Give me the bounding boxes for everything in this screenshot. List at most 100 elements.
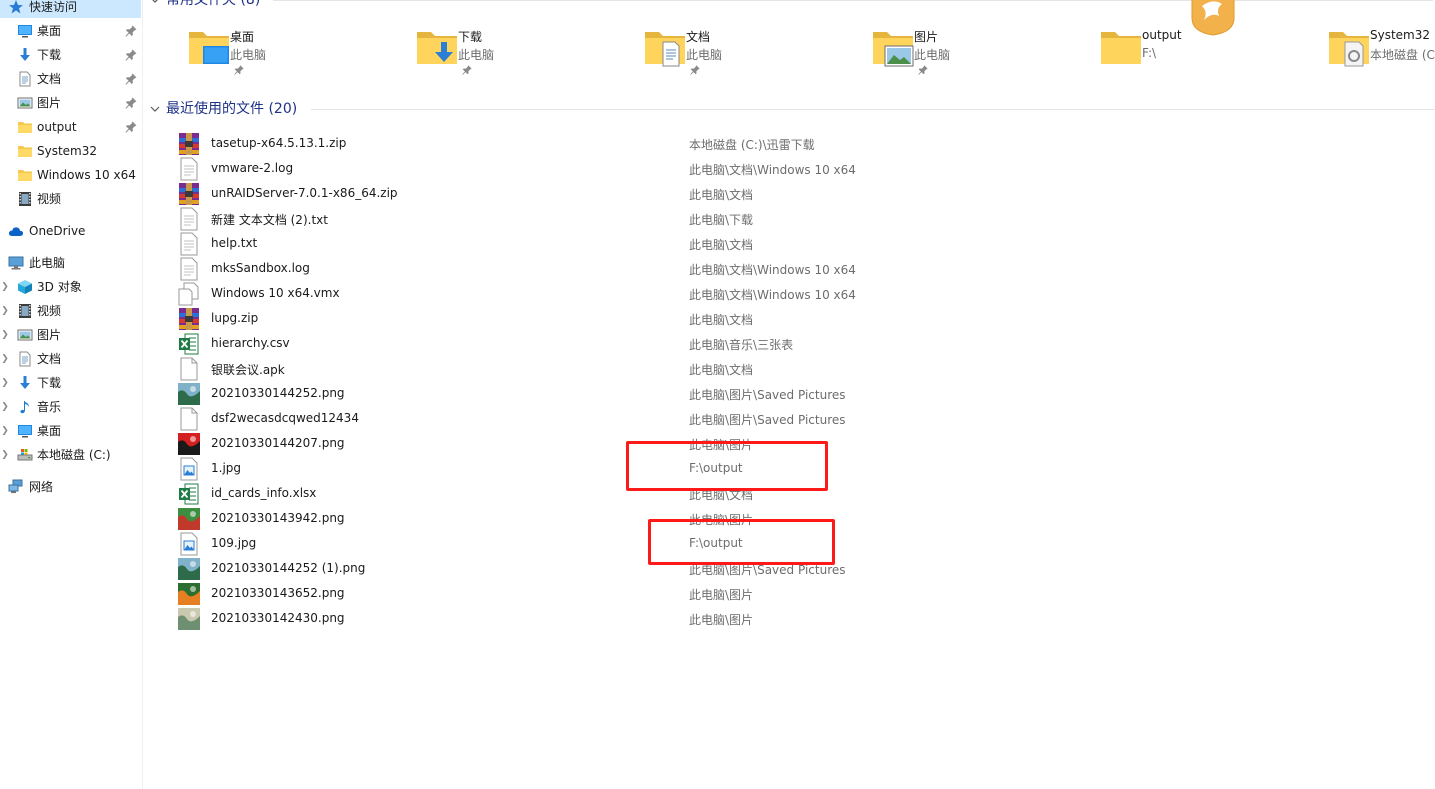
sidebar-item[interactable]: ❯ 视频 [0,300,141,322]
jpg-file-icon [177,457,201,481]
chevron-right-icon[interactable]: ❯ [1,282,9,292]
frequent-folder-tile[interactable]: 文档 此电脑 [641,24,861,84]
folder-icon [17,167,33,183]
sidebar-item[interactable]: 此电脑 [0,252,141,274]
pin-icon [689,64,701,76]
file-name: mksSandbox.log [211,261,310,275]
sidebar-item-label: 图片 [37,96,62,110]
recent-file-row[interactable]: 20210330143652.png 此电脑\图片 [177,581,1177,606]
chevron-right-icon[interactable]: ❯ [1,450,9,460]
chevron-right-icon[interactable]: ❯ [1,426,9,436]
sidebar-item-label: 桌面 [37,424,62,438]
recent-file-row[interactable]: tasetup-x64.5.13.1.zip 本地磁盘 (C:)\迅雷下载 [177,131,1177,156]
recent-file-row[interactable]: dsf2wecasdcqwed12434 此电脑\图片\Saved Picture… [177,406,1177,431]
sidebar-item[interactable]: ❯ 桌面 [0,420,141,442]
sidebar-item[interactable]: 下载 [0,44,141,66]
recent-file-row[interactable]: unRAIDServer-7.0.1-x86_64.zip 此电脑\文档 [177,181,1177,206]
sidebar-item[interactable]: 视频 [0,188,141,210]
section-divider [273,0,1433,1]
recent-file-row[interactable]: 109.jpg F:\output [177,531,1177,556]
music-icon [17,399,33,415]
chevron-right-icon[interactable]: ❯ [1,354,9,364]
sidebar-item-label: 网络 [29,480,54,494]
frequent-folder-tile[interactable]: 桌面 此电脑 [185,24,405,84]
file-path: F:\output [689,536,743,550]
sidebar-item-label: 音乐 [37,400,62,414]
sidebar-item[interactable]: 图片 [0,92,141,114]
winrar-archive-icon [177,307,201,331]
chevron-right-icon[interactable]: ❯ [1,378,9,388]
file-name: vmware-2.log [211,161,294,175]
file-path: 此电脑\文档 [689,488,754,502]
frequent-folder-tile[interactable]: 图片 此电脑 [869,24,1089,84]
sidebar-item-label: Windows 10 x64 [37,168,136,182]
sidebar-item[interactable]: ❯ 3D 对象 [0,276,141,298]
sidebar-item[interactable]: ❯ 文档 [0,348,141,370]
file-name: 20210330144252 (1).png [211,561,366,575]
recent-files-header[interactable]: 最近使用的文件 (20) [149,100,297,118]
section-divider [311,109,1435,110]
file-name: 20210330143652.png [211,586,345,600]
sidebar-item-label: 下载 [37,376,62,390]
document-icon [17,71,33,87]
recent-file-row[interactable]: 20210330143942.png 此电脑\图片 [177,506,1177,531]
pictures-icon [17,95,33,111]
file-path: 此电脑\文档 [689,238,754,252]
recent-file-row[interactable]: mksSandbox.log 此电脑\文档\Windows 10 x64 [177,256,1177,281]
network-icon [8,479,24,495]
vmx-file-icon [177,282,201,306]
sidebar-item[interactable]: 快速访问 [0,0,141,18]
folder-name: 桌面 [230,30,255,44]
file-name: 新建 文本文档 (2).txt [211,213,328,227]
pictures-icon [17,327,33,343]
folder-icon [1097,24,1145,72]
folder-location: 此电脑 [686,48,723,62]
recent-file-row[interactable]: Windows 10 x64.vmx 此电脑\文档\Windows 10 x64 [177,281,1177,306]
recent-file-row[interactable]: id_cards_info.xlsx 此电脑\文档 [177,481,1177,506]
sidebar-item[interactable]: output [0,116,141,138]
folder-icon [17,143,33,159]
chevron-right-icon[interactable]: ❯ [1,330,9,340]
sidebar-item[interactable]: 网络 [0,476,141,498]
sidebar-item-label: 文档 [37,72,62,86]
recent-file-row[interactable]: hierarchy.csv 此电脑\音乐\三张表 [177,331,1177,356]
file-path: 此电脑\图片 [689,513,754,527]
file-path: 此电脑\图片\Saved Pictures [689,413,846,427]
recent-file-row[interactable]: help.txt 此电脑\文档 [177,231,1177,256]
file-path: 此电脑\下载 [689,213,754,227]
sidebar-item[interactable]: Windows 10 x64 [0,164,141,186]
sidebar-item[interactable]: OneDrive [0,220,141,242]
chevron-right-icon[interactable]: ❯ [1,306,9,316]
file-path: 本地磁盘 (C:)\迅雷下载 [689,138,815,152]
recent-file-row[interactable]: lupg.zip 此电脑\文档 [177,306,1177,331]
recent-file-row[interactable]: 20210330142430.png 此电脑\图片 [177,606,1177,631]
frequent-folder-tile[interactable]: 下载 此电脑 [413,24,633,84]
desktop-folder-icon [185,24,233,72]
sidebar-item[interactable]: 文档 [0,68,141,90]
sidebar-item[interactable]: ❯ 图片 [0,324,141,346]
sidebar-item[interactable]: System32 [0,140,141,162]
sidebar-item-label: 视频 [37,192,62,206]
sidebar-item[interactable]: ❯ 本地磁盘 (C:) [0,444,141,466]
recent-file-row[interactable]: 20210330144252.png 此电脑\图片\Saved Pictures [177,381,1177,406]
sidebar-item[interactable]: ❯ 音乐 [0,396,141,418]
recent-file-row[interactable]: 1.jpg F:\output [177,456,1177,481]
recent-file-row[interactable]: 新建 文本文档 (2).txt 此电脑\下载 [177,206,1177,231]
blank-file-icon [177,407,201,431]
sidebar-item-label: output [37,120,77,134]
frequent-folder-tile[interactable]: System32 本地磁盘 (C [1325,24,1435,84]
file-path: 此电脑\文档 [689,188,754,202]
recent-file-row[interactable]: 20210330144207.png 此电脑\图片 [177,431,1177,456]
recent-file-row[interactable]: 银联会议.apk 此电脑\文档 [177,356,1177,381]
pin-icon [124,96,138,110]
file-path: 此电脑\文档\Windows 10 x64 [689,163,856,177]
recent-file-row[interactable]: 20210330144252 (1).png 此电脑\图片\Saved Pictu… [177,556,1177,581]
sidebar-item[interactable]: ❯ 下载 [0,372,141,394]
sidebar-item-label: 快速访问 [29,0,78,14]
frequent-folders-header[interactable]: 常用文件夹 (8) [149,0,260,9]
sidebar-item-label: 视频 [37,304,62,318]
recent-file-row[interactable]: vmware-2.log 此电脑\文档\Windows 10 x64 [177,156,1177,181]
video-icon [17,191,33,207]
sidebar-item[interactable]: 桌面 [0,20,141,42]
chevron-right-icon[interactable]: ❯ [1,402,9,412]
